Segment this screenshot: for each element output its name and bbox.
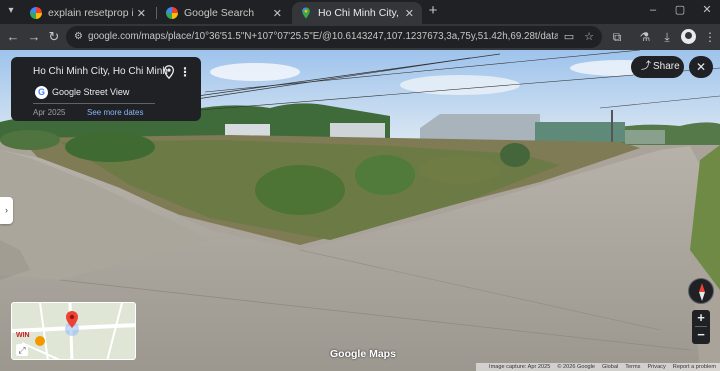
zoom-in-icon[interactable]: +	[692, 310, 710, 326]
minimize-icon[interactable]: –	[647, 4, 659, 16]
location-pin-icon[interactable]	[163, 65, 175, 80]
footer-bar: Image capture: Apr 2025 © 2026 Google Gl…	[476, 363, 720, 371]
tab-search-icon[interactable]: ▾	[5, 5, 17, 17]
tab-resetprop[interactable]: explain resetprop in mag ✕	[22, 2, 154, 24]
google-icon	[166, 7, 178, 19]
reload-icon[interactable]: ↻	[46, 29, 62, 45]
back-arrow-icon[interactable]: ←	[5, 29, 21, 45]
minimap-expand-icon[interactable]: ⤢	[16, 344, 28, 356]
extensions-icon[interactable]: ⧉	[609, 29, 625, 45]
tab-strip: ▾ explain resetprop in mag ✕ Google Sear…	[0, 0, 720, 24]
forward-arrow-icon[interactable]: →	[26, 29, 42, 45]
report-problem-link[interactable]: Report a problem	[673, 364, 716, 370]
minimap[interactable]: WIN ⤢	[11, 302, 136, 360]
date-timeline-divider	[33, 103, 155, 104]
tab-maps[interactable]: Ho Chi Minh City, Ho Chi ✕	[292, 2, 422, 24]
browser-window: ▾ explain resetprop in mag ✕ Google Sear…	[0, 0, 720, 371]
maximize-icon[interactable]: ▢	[674, 4, 686, 16]
more-options-icon[interactable]: ⋮	[179, 65, 191, 79]
cast-icon[interactable]: ▭	[562, 30, 576, 44]
zoom-out-icon[interactable]: −	[692, 327, 710, 343]
google-logo-icon	[35, 86, 48, 99]
close-icon[interactable]: ✕	[137, 7, 146, 20]
close-window-icon[interactable]: ✕	[701, 4, 713, 16]
browser-toolbar: ← → ↻ ⚙ google.com/maps/place/10°36'51.5…	[0, 24, 720, 50]
site-info-icon[interactable]: ⚙	[74, 31, 86, 43]
menu-kebab-icon[interactable]: ⋮	[702, 29, 718, 45]
zoom-control: + −	[692, 310, 710, 344]
share-icon: ⤴	[641, 61, 651, 72]
profile-avatar-icon[interactable]	[681, 29, 696, 44]
privacy-link[interactable]: Privacy	[647, 364, 665, 370]
download-icon[interactable]: ⤓	[659, 29, 675, 45]
see-more-dates-link[interactable]: See more dates	[87, 107, 157, 118]
capture-date: Apr 2025	[33, 108, 66, 117]
tab-title: Google Search	[184, 7, 255, 19]
place-info-card: Ho Chi Minh City, Ho Chi Minh ⋮ Google S…	[11, 57, 201, 121]
close-street-view-icon[interactable]: ✕	[689, 56, 713, 78]
source-label: Google Street View	[52, 87, 130, 97]
copyright-text: © 2026 Google	[557, 364, 596, 370]
close-icon[interactable]: ✕	[273, 7, 282, 20]
close-icon[interactable]: ✕	[405, 7, 414, 20]
share-button[interactable]: ⤴ Share	[631, 56, 684, 78]
share-label: Share	[653, 61, 680, 72]
street-view-viewport[interactable]: Ho Chi Minh City, Ho Chi Minh ⋮ Google S…	[0, 50, 720, 371]
minimap-roads	[12, 303, 135, 359]
bookmark-star-icon[interactable]: ☆	[582, 30, 596, 44]
address-bar[interactable]: ⚙ google.com/maps/place/10°36'51.5"N+107…	[66, 26, 602, 48]
image-capture-date: Image capture: Apr 2025	[489, 364, 551, 370]
tab-title: explain resetprop in mag	[48, 7, 133, 19]
place-title[interactable]: Ho Chi Minh City, Ho Chi Minh	[33, 66, 168, 77]
new-tab-icon[interactable]: +	[425, 3, 441, 19]
google-icon	[30, 7, 42, 19]
google-maps-watermark: Google Maps	[330, 348, 396, 360]
expand-side-panel-icon[interactable]: ›	[0, 197, 13, 224]
tab-google-search[interactable]: Google Search ✕	[158, 2, 290, 24]
maps-pin-icon	[300, 7, 312, 19]
labs-flask-icon[interactable]: ⚗	[637, 29, 653, 45]
url-text[interactable]: google.com/maps/place/10°36'51.5"N+107°0…	[88, 30, 558, 44]
terms-link[interactable]: Terms	[625, 364, 640, 370]
compass-icon[interactable]	[688, 278, 714, 304]
global-link[interactable]: Global	[602, 364, 618, 370]
tab-divider	[156, 7, 157, 19]
minimap-label: WIN	[16, 332, 30, 339]
tab-title: Ho Chi Minh City, Ho Chi	[318, 7, 401, 19]
